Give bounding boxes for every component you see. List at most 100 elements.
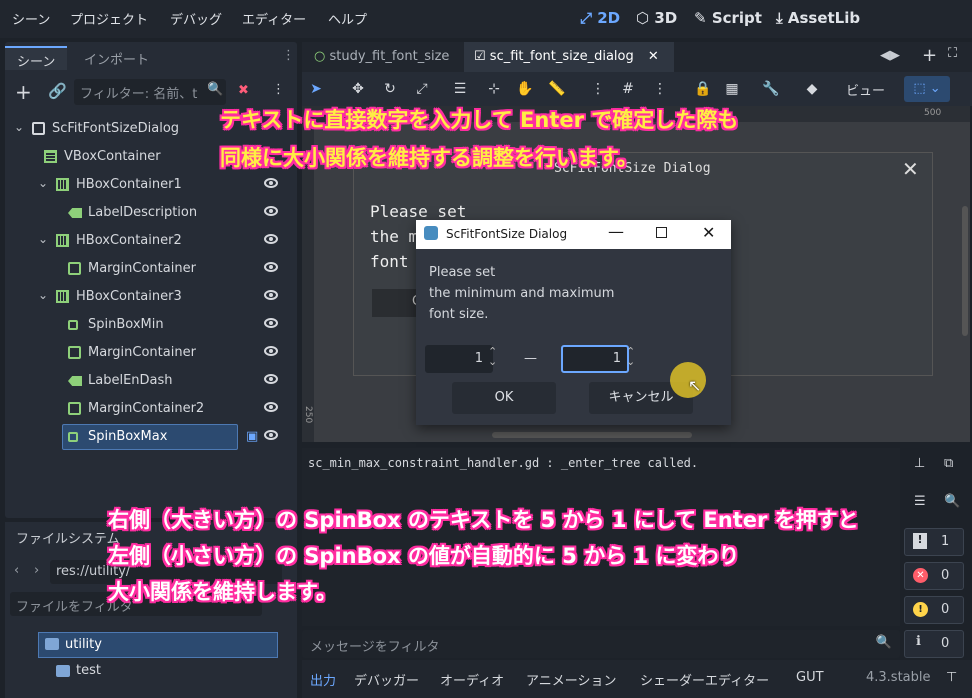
filter-info-toggle[interactable]: ℹ 0: [904, 630, 964, 658]
chevron-down-icon[interactable]: ⌄: [38, 232, 48, 246]
script-attached-icon[interactable]: ▣: [246, 429, 258, 444]
visibility-eye-icon[interactable]: [264, 178, 278, 188]
tab-output[interactable]: 出力: [310, 670, 336, 689]
tree-item-spinbox-max[interactable]: SpinBoxMax ▣: [14, 424, 290, 450]
filter-messages-toggle[interactable]: ! 1: [904, 528, 964, 556]
spinbox-max-arrows-icon[interactable]: ⌃ ⌄: [626, 346, 635, 367]
menu-editor[interactable]: エディター: [242, 9, 306, 28]
tab-gut[interactable]: GUT: [796, 670, 824, 685]
forward-icon[interactable]: ›: [34, 563, 39, 578]
menu-project[interactable]: プロジェクト: [70, 9, 148, 28]
tree-item-hbox1[interactable]: ⌄ HBoxContainer1: [14, 172, 290, 198]
menu-debug[interactable]: デバッグ: [170, 9, 222, 28]
tab-study-fit-font-size[interactable]: ○ study_fit_font_size: [304, 42, 459, 72]
add-tab-icon[interactable]: +: [922, 45, 937, 66]
tab-sc-fit-font-size-dialog[interactable]: ☑ sc_fit_font_size_dialog ✕: [464, 42, 674, 72]
scale-tool-icon[interactable]: ⤢: [414, 81, 430, 97]
tree-item-margin1[interactable]: MarginContainer: [14, 256, 290, 282]
move-tool-icon[interactable]: ✥: [350, 81, 366, 97]
margin-icon: [68, 346, 81, 359]
horizontal-scrollbar[interactable]: [492, 432, 692, 438]
back-icon[interactable]: ‹: [14, 563, 19, 578]
minimize-icon[interactable]: —: [608, 222, 624, 241]
close-icon[interactable]: ✕: [648, 49, 659, 64]
scroll-tabs-icon[interactable]: ◀▶: [880, 48, 900, 63]
tree-item-hbox3[interactable]: ⌄ HBoxContainer3: [14, 284, 290, 310]
ok-button[interactable]: OK: [452, 382, 556, 414]
pivot-tool-icon[interactable]: ⊹: [486, 81, 502, 97]
folder-test[interactable]: test: [56, 660, 256, 684]
snap-tool-icon[interactable]: ⋮: [590, 81, 606, 97]
group-icon[interactable]: ▦: [724, 81, 740, 97]
workspace-assetlib-button[interactable]: ⤓ AssetLib: [776, 9, 860, 27]
spinbox-min-value[interactable]: 1: [475, 351, 483, 366]
tree-item-label-endash[interactable]: LabelEnDash: [14, 368, 290, 394]
canvas-icon[interactable]: ◆: [804, 81, 820, 97]
visibility-eye-icon[interactable]: [264, 374, 278, 384]
menu-help[interactable]: ヘルプ: [328, 9, 367, 28]
spinbox-max-value[interactable]: 1: [613, 351, 621, 366]
grid-tool-icon[interactable]: #: [620, 81, 636, 97]
pan-tool-icon[interactable]: ✋: [516, 81, 533, 97]
expand-panel-icon[interactable]: ⊤: [946, 670, 957, 685]
view-menu-button[interactable]: ビュー: [846, 80, 885, 99]
tab-scene[interactable]: シーン: [5, 46, 68, 70]
menu-scene[interactable]: シーン: [12, 9, 50, 28]
lock-icon[interactable]: 🔒: [694, 81, 711, 97]
spinbox-max[interactable]: 1: [561, 345, 629, 373]
dialog-titlebar: ScFitFontSize Dialog — ✕: [416, 220, 731, 249]
workspace-3d-button[interactable]: ⬡ 3D: [636, 9, 677, 27]
distraction-free-icon[interactable]: ⛶: [948, 46, 957, 61]
visibility-eye-icon[interactable]: [264, 402, 278, 412]
rotate-tool-icon[interactable]: ↻: [382, 81, 398, 97]
tree-item-label-description[interactable]: LabelDescription: [14, 200, 290, 226]
visibility-eye-icon[interactable]: [264, 206, 278, 216]
more-icon[interactable]: ⋮: [652, 81, 668, 97]
filter-warnings-toggle[interactable]: ! 0: [904, 596, 964, 624]
workspace-script-button[interactable]: ✎ Script: [694, 9, 762, 27]
visibility-eye-icon[interactable]: [264, 290, 278, 300]
maximize-icon[interactable]: [656, 227, 667, 238]
search-icon: 🔍: [207, 82, 224, 97]
tab-debugger[interactable]: デバッガー: [354, 670, 419, 689]
search-output-icon[interactable]: 🔍: [944, 494, 960, 509]
ruler-tool-icon[interactable]: 📏: [548, 81, 565, 97]
scene-filter-input[interactable]: フィルター: 名前、t: [74, 79, 226, 105]
script-remove-icon[interactable]: ✖: [238, 83, 249, 98]
tree-item-spinbox-min[interactable]: SpinBoxMin: [14, 312, 290, 338]
tree-item-margin3[interactable]: MarginContainer2: [14, 396, 290, 422]
filter-errors-toggle[interactable]: ✕ 0: [904, 562, 964, 590]
visibility-eye-icon[interactable]: [264, 318, 278, 328]
visibility-eye-icon[interactable]: [264, 262, 278, 272]
tab-shader-editor[interactable]: シェーダーエディター: [640, 670, 769, 689]
tree-item-hbox2[interactable]: ⌄ HBoxContainer2: [14, 228, 290, 254]
layout-options-button[interactable]: ⬚ ⌄: [904, 76, 950, 102]
dock-menu-icon[interactable]: ⋮: [282, 48, 295, 63]
folder-utility[interactable]: utility: [38, 632, 278, 658]
add-node-icon[interactable]: +: [15, 80, 32, 104]
scene-options-icon[interactable]: ⋮: [272, 82, 285, 97]
tab-import[interactable]: インポート: [72, 46, 161, 70]
workspace-2d-button[interactable]: ⤢ 2D: [580, 9, 620, 27]
close-icon[interactable]: ✕: [702, 223, 715, 242]
tab-animation[interactable]: アニメーション: [526, 670, 616, 689]
bone-icon[interactable]: 🔧: [762, 81, 779, 97]
visibility-eye-icon[interactable]: [264, 234, 278, 244]
visibility-eye-icon[interactable]: [264, 346, 278, 356]
spinbox-min-arrows-icon[interactable]: ⌃ ⌄: [488, 346, 497, 367]
clear-icon[interactable]: ☰: [914, 494, 926, 509]
message-filter-input[interactable]: メッセージをフィルタ 🔍: [302, 630, 900, 658]
select-tool-icon[interactable]: ➤: [308, 81, 324, 97]
list-tool-icon[interactable]: ☰: [452, 81, 468, 97]
chevron-down-icon[interactable]: ⌄: [38, 288, 48, 302]
chevron-down-icon[interactable]: ⌄: [38, 176, 48, 190]
pin-icon[interactable]: ⊥: [914, 456, 925, 471]
spinbox-min[interactable]: 1: [425, 345, 493, 373]
chevron-down-icon[interactable]: ⌄: [14, 120, 24, 134]
link-icon[interactable]: 🔗: [48, 82, 67, 100]
visibility-eye-icon[interactable]: [264, 430, 278, 440]
vertical-scrollbar[interactable]: [962, 206, 968, 336]
copy-icon[interactable]: ⧉: [944, 456, 953, 471]
tree-item-margin2[interactable]: MarginContainer: [14, 340, 290, 366]
tab-audio[interactable]: オーディオ: [440, 670, 504, 689]
